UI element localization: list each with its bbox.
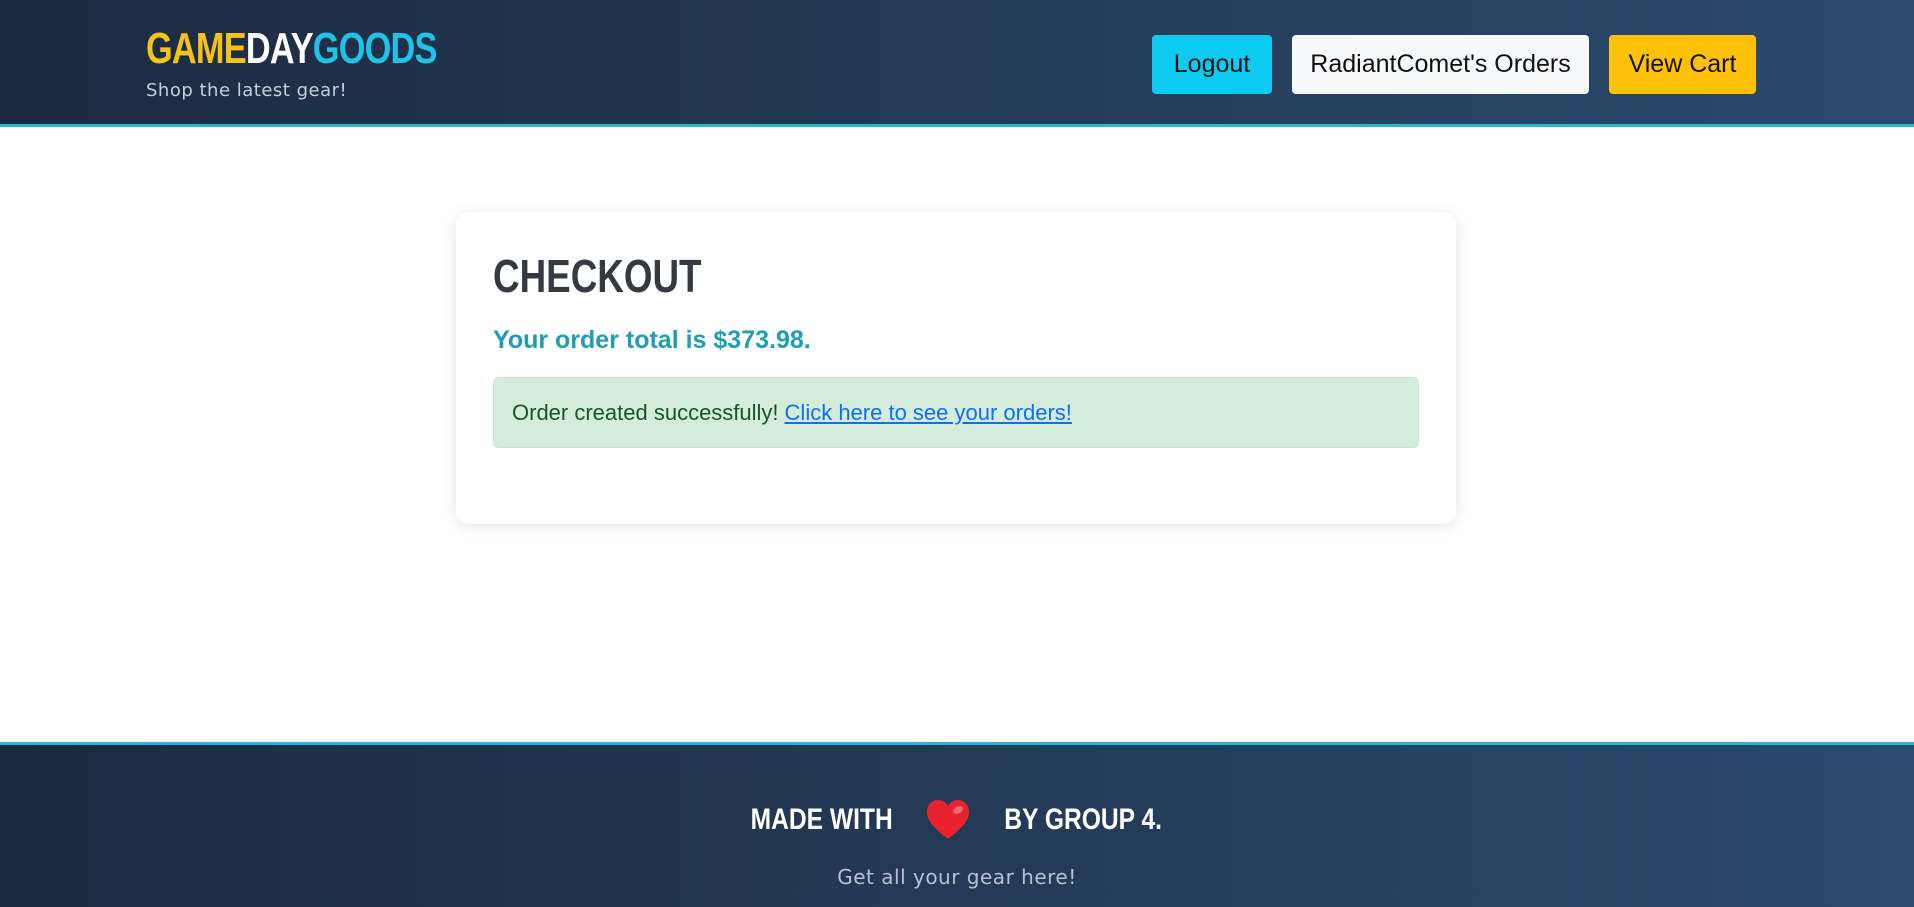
view-orders-link[interactable]: Click here to see your orders! [785, 400, 1072, 426]
logo-part-goods: GOODS [312, 24, 438, 73]
success-alert: Order created successfully! Click here t… [493, 377, 1419, 448]
heart-icon [925, 798, 971, 842]
site-logo[interactable]: GAMEDAYGOODS [146, 24, 437, 74]
footer-made-with: MADE WITH [750, 803, 893, 836]
site-tagline: Shop the latest gear! [146, 80, 348, 101]
site-footer: MADE WITH BY GROUP 4. Get all your gear … [0, 742, 1914, 907]
alert-message: Order created successfully! [512, 399, 779, 425]
logo-part-day: DAY [245, 24, 314, 73]
brand: GAMEDAYGOODS Shop the latest gear! [146, 24, 519, 101]
footer-by-group: BY GROUP 4. [1003, 803, 1162, 836]
footer-subtitle: Get all your gear here! [837, 865, 1077, 889]
order-total: Your order total is $373.98. [493, 326, 811, 354]
checkout-card: CHECKOUT Your order total is $373.98. Or… [456, 212, 1456, 524]
footer-credit: MADE WITH BY GROUP 4. [0, 798, 1914, 842]
page-title: CHECKOUT [493, 250, 702, 302]
logo-part-game: GAME [146, 24, 247, 73]
logout-button[interactable]: Logout [1152, 35, 1272, 94]
my-orders-button[interactable]: RadiantComet's Orders [1292, 35, 1589, 94]
site-header: GAMEDAYGOODS Shop the latest gear! Logou… [0, 0, 1914, 127]
view-cart-button[interactable]: View Cart [1609, 35, 1756, 94]
